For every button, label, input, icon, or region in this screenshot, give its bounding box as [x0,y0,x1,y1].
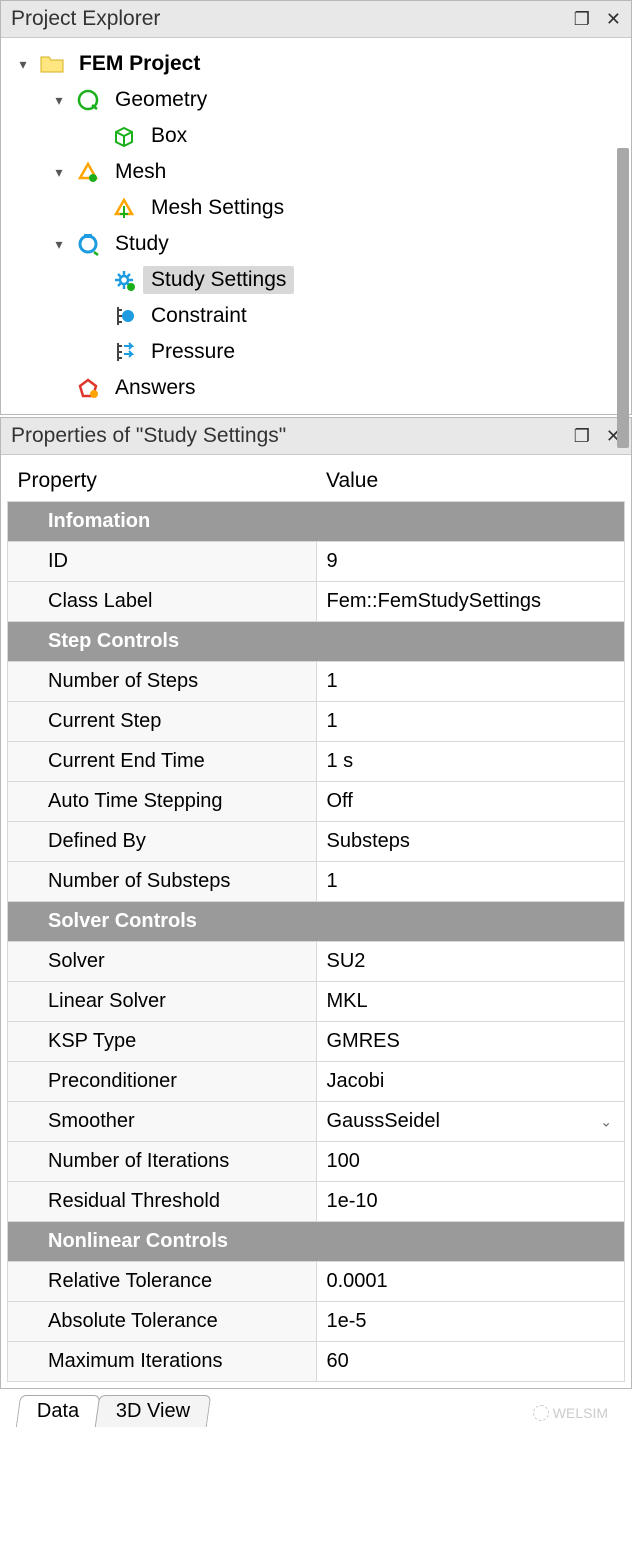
tree-item-study-settings[interactable]: Study Settings [85,262,623,298]
tree-label: Pressure [143,338,243,366]
row-id[interactable]: ID9 [8,542,625,582]
row-solver[interactable]: SolverSU2 [8,942,625,982]
section-information: Infomation [8,502,625,542]
restore-icon[interactable]: ❐ [574,426,590,447]
properties-title: Properties of "Study Settings" [11,424,286,448]
properties-header: Properties of "Study Settings" ❐ ✕ [1,418,631,455]
mesh-settings-icon [111,195,137,221]
row-num-iterations[interactable]: Number of Iterations100 [8,1142,625,1182]
row-relative-tolerance[interactable]: Relative Tolerance0.0001 [8,1262,625,1302]
project-explorer-panel: Project Explorer ❐ ✕ ▾ FEM Project ▾ Geo… [0,0,632,415]
tree-item-box[interactable]: Box [85,118,623,154]
row-linear-solver[interactable]: Linear SolverMKL [8,982,625,1022]
explorer-header: Project Explorer ❐ ✕ [1,1,631,38]
restore-icon[interactable]: ❐ [574,9,590,30]
col-value: Value [316,461,625,502]
explorer-controls: ❐ ✕ [574,9,621,30]
row-ksp-type[interactable]: KSP TypeGMRES [8,1022,625,1062]
row-smoother[interactable]: SmootherGaussSeidel⌄ [8,1102,625,1142]
study-icon [75,231,101,257]
pressure-icon [111,339,137,365]
tree-label: FEM Project [71,50,208,78]
row-preconditioner[interactable]: PreconditionerJacobi [8,1062,625,1102]
project-tree: ▾ FEM Project ▾ Geometry Box [1,38,631,414]
gear-icon [111,267,137,293]
row-auto-time-stepping[interactable]: Auto Time SteppingOff [8,782,625,822]
row-defined-by[interactable]: Defined BySubsteps [8,822,625,862]
tree-item-project[interactable]: ▾ FEM Project [13,46,623,82]
tree-item-pressure[interactable]: Pressure [85,334,623,370]
chevron-down-icon[interactable]: ▾ [49,92,69,109]
answers-icon [75,375,101,401]
tree-item-mesh[interactable]: ▾ Mesh [49,154,623,190]
tab-3d-view[interactable]: 3D View [95,1395,212,1427]
tab-data[interactable]: Data [16,1395,101,1427]
close-icon[interactable]: ✕ [606,9,621,30]
folder-icon [39,51,65,77]
properties-table: Property Value Infomation ID9 Class Labe… [7,461,625,1382]
chevron-down-icon[interactable]: ⌄ [600,1113,612,1130]
mesh-icon [75,159,101,185]
row-num-steps[interactable]: Number of Steps1 [8,662,625,702]
chevron-down-icon[interactable]: ▾ [49,164,69,181]
geometry-icon [75,87,101,113]
tree-label: Answers [107,374,204,402]
properties-body: Property Value Infomation ID9 Class Labe… [1,455,631,1388]
tree-item-answers[interactable]: Answers [49,370,623,406]
properties-controls: ❐ ✕ [574,426,621,447]
tree-item-geometry[interactable]: ▾ Geometry [49,82,623,118]
section-step-controls: Step Controls [8,622,625,662]
tree-label: Constraint [143,302,255,330]
row-max-iterations[interactable]: Maximum Iterations60 [8,1342,625,1382]
tree-label: Study [107,230,177,258]
scrollbar[interactable] [617,148,629,448]
tree-label: Study Settings [143,266,294,294]
row-num-substeps[interactable]: Number of Substeps1 [8,862,625,902]
col-property: Property [8,461,317,502]
tree-item-study[interactable]: ▾ Study [49,226,623,262]
row-residual-threshold[interactable]: Residual Threshold1e-10 [8,1182,625,1222]
row-current-step[interactable]: Current Step1 [8,702,625,742]
box-icon [111,123,137,149]
explorer-title: Project Explorer [11,7,160,31]
properties-panel: Properties of "Study Settings" ❐ ✕ Prope… [0,417,632,1389]
row-current-end-time[interactable]: Current End Time1 s [8,742,625,782]
constraint-icon [111,303,137,329]
section-nonlinear-controls: Nonlinear Controls [8,1222,625,1262]
tree-label: Box [143,122,195,150]
tree-item-constraint[interactable]: Constraint [85,298,623,334]
tree-label: Geometry [107,86,215,114]
tree-item-mesh-settings[interactable]: Mesh Settings [85,190,623,226]
section-solver-controls: Solver Controls [8,902,625,942]
row-class-label[interactable]: Class LabelFem::FemStudySettings [8,582,625,622]
chevron-down-icon[interactable]: ▾ [49,236,69,253]
watermark-icon [533,1405,549,1421]
chevron-down-icon[interactable]: ▾ [13,56,33,73]
tree-label: Mesh Settings [143,194,292,222]
watermark: WELSIM [533,1405,608,1421]
row-absolute-tolerance[interactable]: Absolute Tolerance1e-5 [8,1302,625,1342]
tree-label: Mesh [107,158,174,186]
